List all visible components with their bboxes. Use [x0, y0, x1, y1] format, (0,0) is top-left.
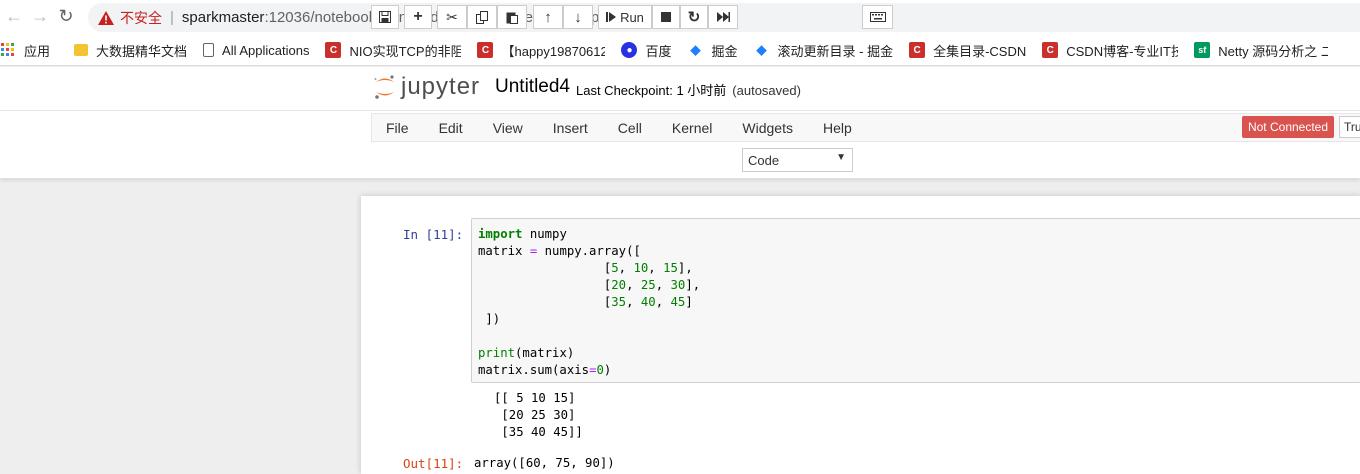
chevron-down-icon: ▼: [836, 152, 846, 163]
notebook-name[interactable]: Untitled4: [495, 76, 570, 98]
bookmark-label: 百度: [645, 43, 672, 59]
save-button[interactable]: [371, 5, 399, 29]
bookmark-label: Netty 源码分析之 二: [1218, 43, 1329, 59]
plus-icon: +: [413, 8, 423, 25]
menu-container: File Edit View Insert Cell Kernel Widget…: [371, 113, 1360, 142]
toolbar: [0, 143, 1360, 179]
csdn-icon: C: [1042, 42, 1059, 58]
insert-cell-button[interactable]: +: [404, 5, 432, 29]
bookmark-all-applications[interactable]: All Applications: [195, 35, 317, 65]
output-line: [20 25 30]: [494, 408, 576, 422]
checkpoint-status: Last Checkpoint: 1 小时前 (autosaved): [576, 80, 801, 99]
interrupt-kernel-button[interactable]: [652, 5, 680, 29]
apps-grid-icon: [0, 42, 16, 58]
cell-type-select[interactable]: Code ▼: [742, 148, 853, 172]
bookmark-label: 应用: [24, 43, 51, 59]
jupyter-logo-text: jupyter: [401, 73, 481, 100]
code-editor[interactable]: import numpy matrix = numpy.array([ [5, …: [478, 226, 700, 379]
copy-icon: [476, 10, 488, 24]
fast-forward-icon: [716, 12, 730, 22]
bookmark-netty[interactable]: sf Netty 源码分析之 二: [1186, 35, 1336, 65]
restart-icon: ↻: [687, 9, 701, 26]
step-forward-icon: [606, 12, 617, 22]
output-line: [[ 5 10 15]: [494, 391, 576, 405]
stop-icon: [661, 12, 671, 22]
input-prompt: In [11]:: [403, 227, 464, 242]
kernel-status-badge[interactable]: Not Connected: [1242, 116, 1334, 138]
menu-file[interactable]: File: [372, 120, 424, 136]
execute-result: array([60, 75, 90]): [474, 456, 615, 470]
bookmark-baidu[interactable]: ● 百度: [613, 35, 679, 65]
menu-view[interactable]: View: [478, 120, 538, 136]
bookmark-label: All Applications: [222, 42, 310, 58]
save-icon: [379, 11, 391, 23]
checkpoint-text: Last Checkpoint: 1 小时前: [576, 83, 727, 98]
csdn-icon: C: [477, 42, 494, 58]
bookmark-label: CSDN博客-专业IT技: [1066, 43, 1179, 59]
sf-icon: sf: [1194, 42, 1211, 58]
baidu-paw-icon: ●: [621, 42, 638, 58]
bookmark-label: 掘金: [711, 43, 738, 59]
output-prompt: Out[11]:: [403, 456, 464, 471]
paste-button[interactable]: [497, 5, 527, 29]
jupyter-header: jupyter Untitled4 Last Checkpoint: 1 小时前…: [0, 67, 1360, 111]
menu-insert[interactable]: Insert: [538, 120, 603, 136]
juejin-icon: ◆: [756, 42, 767, 57]
bookmark-label: NIO实现TCP的非阻: [349, 43, 462, 59]
bookmark-csdn-toc[interactable]: C 全集目录-CSDN: [901, 35, 1034, 65]
menu-widgets[interactable]: Widgets: [727, 120, 808, 136]
cell-type-value: Code: [748, 152, 780, 168]
csdn-icon: C: [909, 42, 926, 58]
reload-icon[interactable]: ↻: [52, 6, 80, 27]
menu-edit[interactable]: Edit: [424, 120, 478, 136]
url-separator: |: [170, 9, 174, 26]
copy-button[interactable]: [467, 5, 497, 29]
bookmark-folder[interactable]: 大数据精华文档: [66, 35, 195, 65]
autosaved-text: (autosaved): [732, 83, 801, 98]
back-icon[interactable]: ←: [0, 6, 28, 27]
bookmarks-bar: 应用 大数据精华文档 All Applications C NIO实现TCP的非…: [0, 35, 1360, 66]
output-line: [35 40 45]]: [494, 425, 583, 439]
restart-kernel-button[interactable]: ↻: [680, 5, 708, 29]
restart-run-all-button[interactable]: [708, 5, 738, 29]
csdn-icon: C: [325, 42, 342, 58]
bookmark-label: 【happy19870612's: [501, 43, 606, 59]
bookmark-label: 滚动更新目录 - 掘金: [777, 43, 894, 59]
command-palette-button[interactable]: [862, 5, 893, 29]
url-host: sparkmaster: [181, 9, 265, 26]
bookmark-nio[interactable]: C NIO实现TCP的非阻: [317, 35, 469, 65]
cut-button[interactable]: ✂: [437, 5, 467, 29]
run-button[interactable]: Run: [598, 5, 652, 29]
arrow-up-icon: ↑: [544, 8, 552, 26]
folder-icon: [74, 44, 89, 56]
keyboard-icon: [869, 12, 886, 22]
move-down-button[interactable]: ↓: [563, 5, 593, 29]
bookmark-csdn-blog[interactable]: C CSDN博客-专业IT技: [1034, 35, 1186, 65]
bookmark-label: 大数据精华文档: [96, 43, 188, 59]
arrow-down-icon: ↓: [574, 8, 582, 26]
forward-icon[interactable]: →: [26, 6, 54, 27]
jupyter-logo-icon: [374, 75, 394, 99]
trusted-indicator[interactable]: Tru: [1339, 116, 1360, 138]
warning-icon: [98, 10, 114, 25]
stdout-output: [[ 5 10 15] [20 25 30] [35 40 45]]: [494, 390, 583, 441]
scissors-icon: ✂: [446, 8, 458, 25]
paste-icon: [506, 12, 518, 24]
security-label: 不安全: [120, 9, 162, 26]
bookmark-label: 全集目录-CSDN: [933, 43, 1027, 59]
menu-kernel[interactable]: Kernel: [657, 120, 727, 136]
bookmark-juejin[interactable]: ◆ 掘金: [680, 35, 746, 65]
page-icon: [203, 43, 215, 57]
menubar: File Edit View Insert Cell Kernel Widget…: [0, 111, 1360, 143]
bookmark-apps[interactable]: 应用: [0, 35, 58, 65]
run-label: Run: [620, 9, 644, 25]
menu-help[interactable]: Help: [808, 120, 867, 136]
bookmark-juejin-toc[interactable]: ◆ 滚动更新目录 - 掘金: [746, 35, 902, 65]
bookmark-happy[interactable]: C 【happy19870612's: [469, 35, 613, 65]
menu-cell[interactable]: Cell: [603, 120, 657, 136]
juejin-icon: ◆: [690, 42, 701, 57]
jupyter-logo[interactable]: jupyter: [373, 73, 480, 101]
move-up-button[interactable]: ↑: [533, 5, 563, 29]
